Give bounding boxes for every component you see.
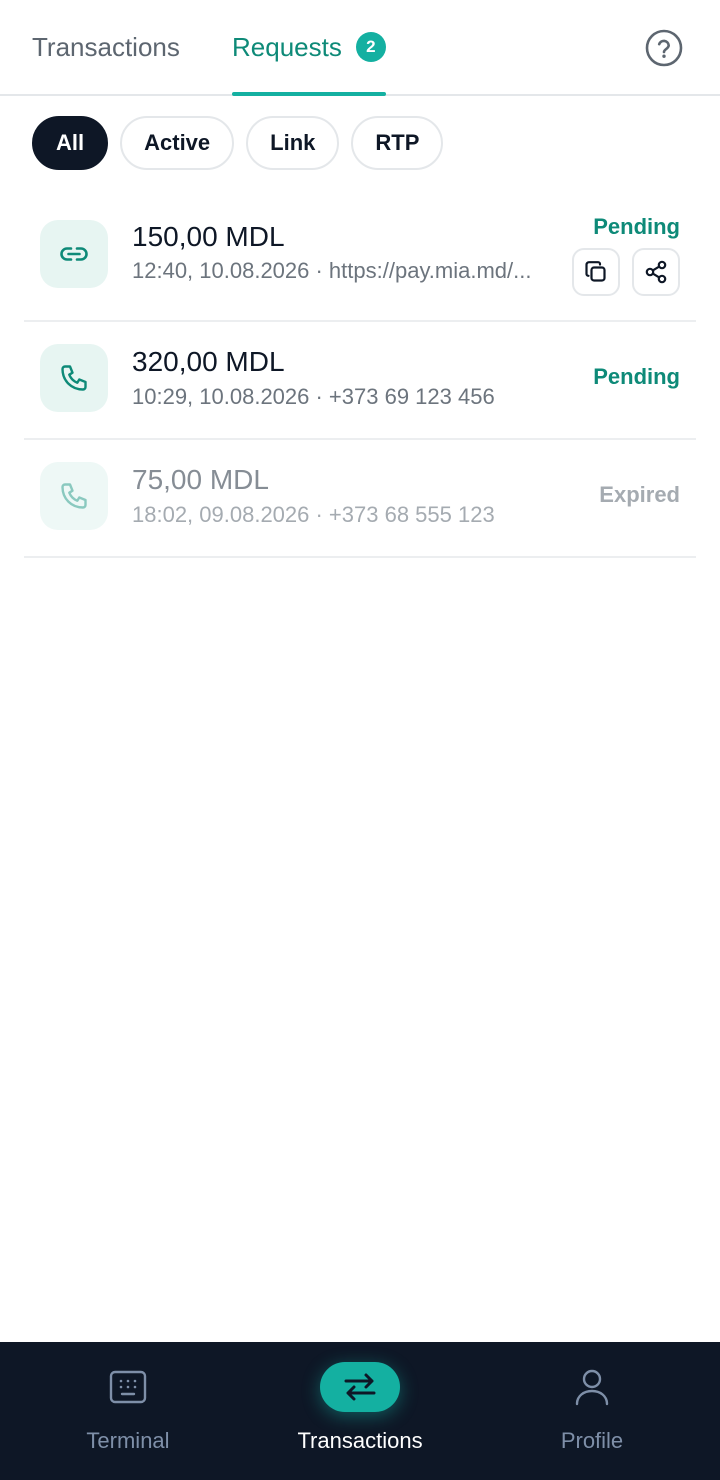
nav-profile-icon-wrap [574,1362,610,1412]
keypad-icon [109,1370,147,1404]
nav-terminal-icon-wrap [109,1362,147,1412]
status-badge: Pending [593,214,680,239]
request-meta: 12:40, 10.08.2026 · https://pay.mia.md/.… [132,258,532,283]
help-circle-icon [645,29,683,67]
request-meta: 18:02, 09.08.2026 · +373 68 555 123 [132,502,495,527]
help-button[interactable] [645,29,683,67]
filter-chip-rtp[interactable]: RTP [351,116,444,170]
status-badge: Pending [593,364,680,389]
copy-icon [585,261,606,282]
filter-chips: All Active Link RTP [32,116,444,170]
tab-requests[interactable]: Requests 2 [232,0,386,96]
requests-list: 150,00 MDL 12:40, 10.08.2026 · https://p… [24,196,696,558]
requests-count-badge: 2 [355,32,386,62]
copy-link-button[interactable] [572,248,620,296]
filter-chip-all[interactable]: All [32,116,109,170]
active-tab-indicator [232,92,386,96]
nav-terminal-label: Terminal [86,1428,170,1453]
nav-transactions[interactable]: Transactions [270,1342,450,1480]
request-amount: 75,00 MDL [132,464,269,495]
user-icon [575,1369,609,1406]
nav-transactions-label: Transactions [297,1428,423,1453]
nav-profile-label: Profile [560,1428,624,1453]
filter-chip-link[interactable]: Link [246,116,340,170]
request-meta: 10:29, 10.08.2026 · +373 69 123 456 [132,384,495,409]
transfer-arrows-icon [344,1373,376,1401]
link-icon [60,247,88,261]
request-type-icon [40,220,108,288]
nav-profile[interactable]: Profile [512,1342,672,1480]
filter-chip-active[interactable]: Active [120,116,235,170]
request-amount: 320,00 MDL [132,346,285,377]
phone-icon [61,483,87,509]
nav-transactions-icon-wrap [320,1362,400,1412]
tab-requests-label: Requests [232,31,342,62]
share-link-button[interactable] [632,248,680,296]
request-type-icon [40,344,108,412]
bottom-nav: Terminal Transactions Profile [0,1342,720,1480]
tab-transactions[interactable]: Transactions [32,0,180,94]
top-tab-bar: Transactions Requests 2 [0,0,720,96]
share-icon [645,260,667,284]
status-badge: Expired [599,482,680,507]
request-row[interactable]: 75,00 MDL 18:02, 09.08.2026 · +373 68 55… [24,440,696,558]
request-amount: 150,00 MDL [132,221,285,252]
request-actions [572,248,680,296]
tab-transactions-label: Transactions [32,31,180,62]
request-row[interactable]: 320,00 MDL 10:29, 10.08.2026 · +373 69 1… [24,322,696,440]
request-row[interactable]: 150,00 MDL 12:40, 10.08.2026 · https://p… [24,196,696,322]
phone-icon [61,365,87,391]
nav-terminal[interactable]: Terminal [48,1342,208,1480]
request-type-icon [40,462,108,530]
